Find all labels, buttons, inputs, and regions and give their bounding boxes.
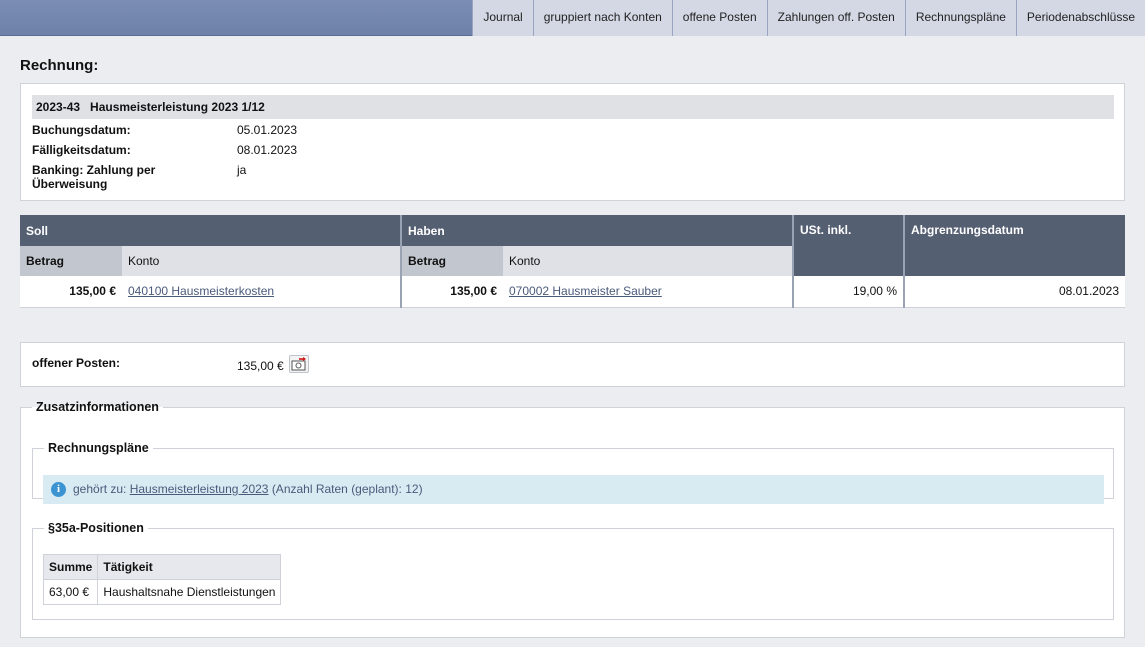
additional-info-section: Zusatzinformationen Rechnungspläne i geh… <box>20 400 1125 638</box>
tab-grouped-by-accounts[interactable]: gruppiert nach Konten <box>532 0 672 36</box>
booking-date-value: 05.01.2023 <box>237 123 298 137</box>
position-activity: Haushaltsnahe Dienstleistungen <box>97 579 282 605</box>
tab-open-items[interactable]: offene Posten <box>671 0 767 36</box>
table-row: 63,00 € Haushaltsnahe Dienstleistungen <box>42 579 282 605</box>
invoice-number: 2023-43 <box>36 100 81 114</box>
table-row: 135,00 € 040100 Hausmeisterkosten 135,00… <box>20 276 1125 308</box>
additional-info-legend: Zusatzinformationen <box>36 400 159 414</box>
haben-account-link[interactable]: 070002 Hausmeister Sauber <box>509 284 662 298</box>
positions-legend: §35a-Positionen <box>48 521 144 535</box>
positions-table: Summe Tätigkeit 63,00 € Haushaltsnahe Di… <box>42 554 282 605</box>
banking-label: Banking: Zahlung per Überweisung <box>32 163 156 191</box>
page-title: Rechnung: <box>20 57 99 74</box>
plan-link[interactable]: Hausmeisterleistung 2023 <box>130 482 269 496</box>
haben-betrag-header: Betrag <box>400 246 503 276</box>
top-navigation-bar: Journal gruppiert nach Konten offene Pos… <box>0 0 1145 36</box>
banking-value: ja <box>237 163 247 177</box>
tab-period-closings[interactable]: Periodenabschlüsse <box>1015 0 1145 36</box>
vat-rate: 19,00 % <box>792 276 904 308</box>
plan-suffix: (Anzahl Raten (geplant): 12) <box>271 482 423 496</box>
section-35a-positions: §35a-Positionen Summe Tätigkeit 63,00 € … <box>32 521 1114 620</box>
haben-konto-header: Konto <box>503 246 793 276</box>
invoice-plan-info: i gehört zu: Hausmeisterleistung 2023 (A… <box>43 475 1104 504</box>
booking-table: Soll Haben USt. inkl. Abgrenzungsdatum B… <box>20 215 1125 308</box>
invoice-details-box: 2023-43 Hausmeisterleistung 2023 1/12 Buc… <box>20 83 1125 201</box>
tab-open-item-payments[interactable]: Zahlungen off. Posten <box>766 0 905 36</box>
booking-date-label: Buchungsdatum: <box>32 123 131 137</box>
open-item-value: 135,00 € <box>237 359 284 373</box>
payment-icon[interactable] <box>289 355 309 373</box>
soll-account-link[interactable]: 040100 Hausmeisterkosten <box>128 284 274 298</box>
sum-column-header: Summe <box>42 554 99 580</box>
due-date-value: 08.01.2023 <box>237 143 298 157</box>
haben-account-cell: 070002 Hausmeister Sauber <box>503 276 793 308</box>
soll-betrag-header: Betrag <box>20 246 122 276</box>
position-sum: 63,00 € <box>42 579 99 605</box>
soll-konto-header: Konto <box>122 246 401 276</box>
accrual-date: 08.01.2023 <box>903 276 1125 308</box>
abgrenzung-header: Abgrenzungsdatum <box>903 215 1125 276</box>
activity-column-header: Tätigkeit <box>97 554 282 580</box>
invoice-plans-section: Rechnungspläne i gehört zu: Hausmeisterl… <box>32 441 1114 504</box>
due-date-label: Fälligkeitsdatum: <box>32 143 131 157</box>
nav-tabs: Journal gruppiert nach Konten offene Pos… <box>472 0 1145 36</box>
tab-journal[interactable]: Journal <box>472 0 533 36</box>
soll-header: Soll <box>20 215 401 246</box>
invoice-name: Hausmeisterleistung 2023 1/12 <box>90 100 265 114</box>
haben-amount: 135,00 € <box>400 276 503 308</box>
open-item-label: offener Posten: <box>32 356 121 370</box>
open-item-box: offener Posten: 135,00 € <box>20 342 1125 387</box>
invoice-header: 2023-43 Hausmeisterleistung 2023 1/12 <box>32 95 1114 119</box>
tab-invoice-plans[interactable]: Rechnungspläne <box>904 0 1016 36</box>
ust-header: USt. inkl. <box>792 215 904 276</box>
info-icon: i <box>51 482 66 497</box>
soll-amount: 135,00 € <box>20 276 122 308</box>
soll-account-cell: 040100 Hausmeisterkosten <box>122 276 401 308</box>
haben-header: Haben <box>400 215 793 246</box>
invoice-plans-legend: Rechnungspläne <box>48 441 149 455</box>
plan-prefix: gehört zu: <box>73 482 127 496</box>
